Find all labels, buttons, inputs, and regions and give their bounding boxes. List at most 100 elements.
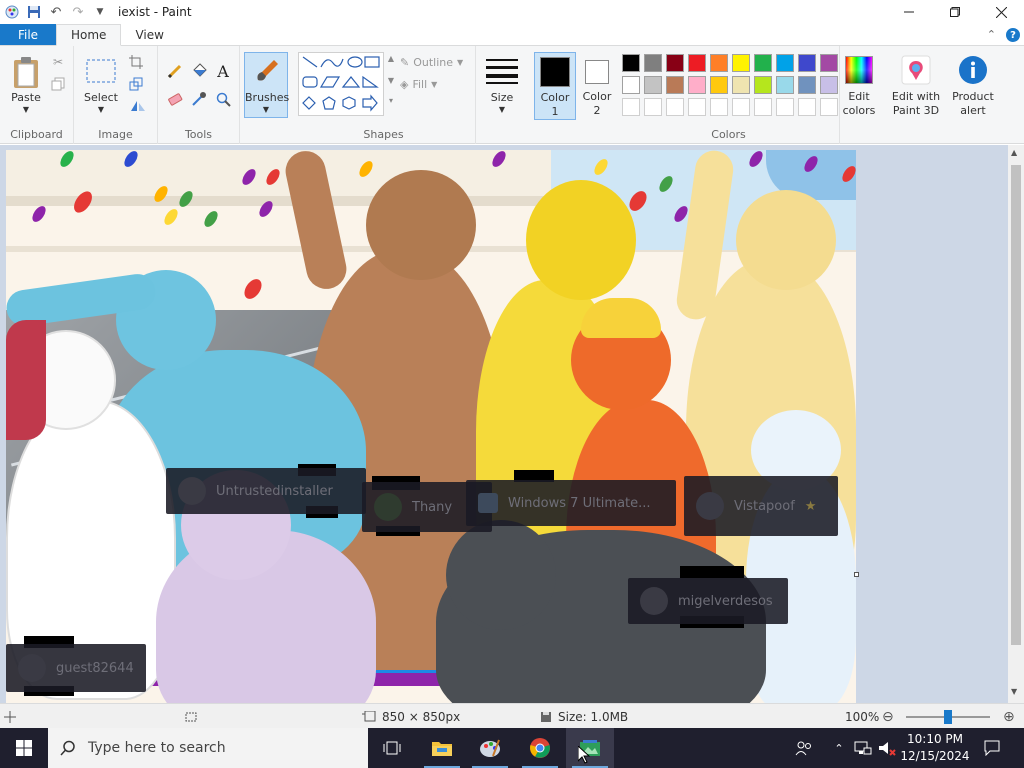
shapes-expand-icon[interactable]: ▾ bbox=[386, 96, 396, 105]
custom-color-slot[interactable] bbox=[820, 98, 838, 116]
paste-button[interactable]: Paste bbox=[6, 91, 46, 104]
palette-swatch[interactable] bbox=[710, 76, 728, 94]
image-viewer-taskbar-button[interactable] bbox=[566, 728, 614, 768]
canvas-area[interactable]: Untrustedinstaller Thany Windows 7 Ultim… bbox=[0, 145, 1008, 703]
palette-swatch[interactable] bbox=[798, 76, 816, 94]
palette-swatch[interactable] bbox=[666, 54, 684, 72]
fill-button[interactable]: ◈ Fill ▼ bbox=[400, 78, 437, 91]
size-button[interactable]: Size bbox=[480, 91, 524, 104]
custom-color-slot[interactable] bbox=[688, 98, 706, 116]
scrollbar-thumb[interactable] bbox=[1011, 165, 1021, 645]
collapse-ribbon-icon[interactable]: ⌃ bbox=[987, 28, 996, 42]
paste-dropdown-icon[interactable]: ▼ bbox=[6, 105, 46, 114]
palette-swatch[interactable] bbox=[688, 76, 706, 94]
custom-color-slot[interactable] bbox=[644, 98, 662, 116]
shapes-scroll-down-icon[interactable]: ▼ bbox=[386, 76, 396, 85]
color1-button[interactable]: Color 1 bbox=[534, 52, 576, 120]
custom-color-slot[interactable] bbox=[798, 98, 816, 116]
palette-swatch[interactable] bbox=[622, 76, 640, 94]
zoom-out-icon[interactable]: ⊖ bbox=[882, 704, 894, 729]
custom-color-slot[interactable] bbox=[732, 98, 750, 116]
undo-icon[interactable]: ↶ bbox=[48, 4, 64, 20]
magnifier-icon[interactable] bbox=[214, 90, 232, 108]
rotate-icon[interactable] bbox=[128, 98, 150, 114]
zoom-slider[interactable] bbox=[906, 704, 990, 729]
select-icon[interactable] bbox=[84, 56, 118, 86]
palette-swatch[interactable] bbox=[622, 54, 640, 72]
shapes-scroll-up-icon[interactable]: ▲ bbox=[386, 54, 396, 63]
people-icon[interactable] bbox=[792, 728, 816, 768]
customize-toolbar-chevron-icon[interactable]: ▼ bbox=[92, 4, 108, 20]
custom-color-slot[interactable] bbox=[776, 98, 794, 116]
tab-file[interactable]: File bbox=[0, 24, 56, 45]
zoom-in-icon[interactable]: ⊕ bbox=[1003, 704, 1015, 729]
network-icon[interactable] bbox=[852, 728, 874, 768]
size-dropdown-icon[interactable]: ▼ bbox=[480, 105, 524, 114]
custom-color-slot[interactable] bbox=[754, 98, 772, 116]
palette-swatch[interactable] bbox=[710, 54, 728, 72]
resize-icon[interactable] bbox=[128, 76, 144, 92]
canvas-resize-handle[interactable] bbox=[854, 572, 859, 577]
palette-swatch[interactable] bbox=[688, 54, 706, 72]
pencil-icon[interactable] bbox=[166, 62, 184, 80]
color2-button[interactable]: Color 2 bbox=[578, 52, 616, 120]
size-icon[interactable] bbox=[484, 56, 520, 86]
image-canvas[interactable]: Untrustedinstaller Thany Windows 7 Ultim… bbox=[6, 150, 856, 703]
text-tool-icon[interactable]: A bbox=[214, 62, 232, 81]
show-hidden-icons-chevron-icon[interactable]: ⌃ bbox=[830, 728, 848, 768]
image-group: Select ▼ Image bbox=[74, 46, 158, 144]
palette-swatch[interactable] bbox=[820, 54, 838, 72]
palette-swatch[interactable] bbox=[798, 54, 816, 72]
edit-with-paint3d-button[interactable]: Edit with Paint 3D bbox=[886, 52, 946, 120]
eraser-icon[interactable] bbox=[166, 90, 184, 108]
cut-icon[interactable]: ✂ bbox=[50, 54, 66, 70]
scroll-up-icon[interactable]: ▲ bbox=[1011, 148, 1017, 157]
product-alert-button[interactable]: Product alert bbox=[948, 52, 998, 120]
minimize-button[interactable] bbox=[886, 0, 932, 24]
action-center-icon[interactable] bbox=[980, 728, 1004, 768]
palette-swatch[interactable] bbox=[644, 76, 662, 94]
taskbar-search-box[interactable]: Type here to search bbox=[48, 728, 368, 768]
brushes-button[interactable]: Brushes ▼ bbox=[244, 52, 289, 118]
zoom-slider-thumb[interactable] bbox=[944, 709, 952, 724]
edit-colors-label-1: Edit bbox=[848, 90, 870, 103]
tab-home[interactable]: Home bbox=[56, 24, 122, 46]
palette-swatch[interactable] bbox=[754, 76, 772, 94]
file-explorer-taskbar-button[interactable] bbox=[418, 728, 466, 768]
maximize-button[interactable] bbox=[932, 0, 978, 24]
help-icon[interactable]: ? bbox=[1006, 28, 1020, 42]
paint-taskbar-button[interactable] bbox=[466, 728, 514, 768]
color-picker-icon[interactable] bbox=[190, 90, 208, 108]
custom-color-slot[interactable] bbox=[666, 98, 684, 116]
custom-color-slot[interactable] bbox=[622, 98, 640, 116]
palette-swatch[interactable] bbox=[754, 54, 772, 72]
palette-swatch[interactable] bbox=[666, 76, 684, 94]
save-icon[interactable] bbox=[26, 4, 42, 20]
fill-bucket-icon[interactable] bbox=[190, 62, 208, 80]
brushes-dropdown-icon: ▼ bbox=[262, 105, 270, 114]
paste-icon[interactable] bbox=[10, 54, 42, 90]
custom-color-slot[interactable] bbox=[710, 98, 728, 116]
copy-icon[interactable] bbox=[50, 76, 66, 92]
edit-colors-button[interactable]: Edit colors bbox=[838, 52, 880, 120]
taskbar-clock[interactable]: 10:10 PM 12/15/2024 bbox=[892, 731, 978, 765]
close-button[interactable] bbox=[978, 0, 1024, 24]
vertical-scrollbar[interactable]: ▲ ▼ bbox=[1008, 145, 1024, 703]
shapes-gallery[interactable] bbox=[298, 52, 384, 116]
chrome-taskbar-button[interactable] bbox=[516, 728, 564, 768]
palette-swatch[interactable] bbox=[732, 54, 750, 72]
crop-icon[interactable] bbox=[128, 54, 144, 70]
outline-button[interactable]: ✎ Outline ▼ bbox=[400, 56, 463, 69]
palette-swatch[interactable] bbox=[776, 76, 794, 94]
select-dropdown-icon[interactable]: ▼ bbox=[80, 105, 122, 114]
select-button[interactable]: Select bbox=[80, 91, 122, 104]
palette-swatch[interactable] bbox=[820, 76, 838, 94]
tab-view[interactable]: View bbox=[121, 24, 177, 45]
palette-swatch[interactable] bbox=[776, 54, 794, 72]
palette-swatch[interactable] bbox=[644, 54, 662, 72]
task-view-button[interactable] bbox=[368, 728, 416, 768]
scroll-down-icon[interactable]: ▼ bbox=[1011, 687, 1017, 696]
start-button[interactable] bbox=[0, 728, 48, 768]
redo-icon[interactable]: ↷ bbox=[70, 4, 86, 20]
palette-swatch[interactable] bbox=[732, 76, 750, 94]
